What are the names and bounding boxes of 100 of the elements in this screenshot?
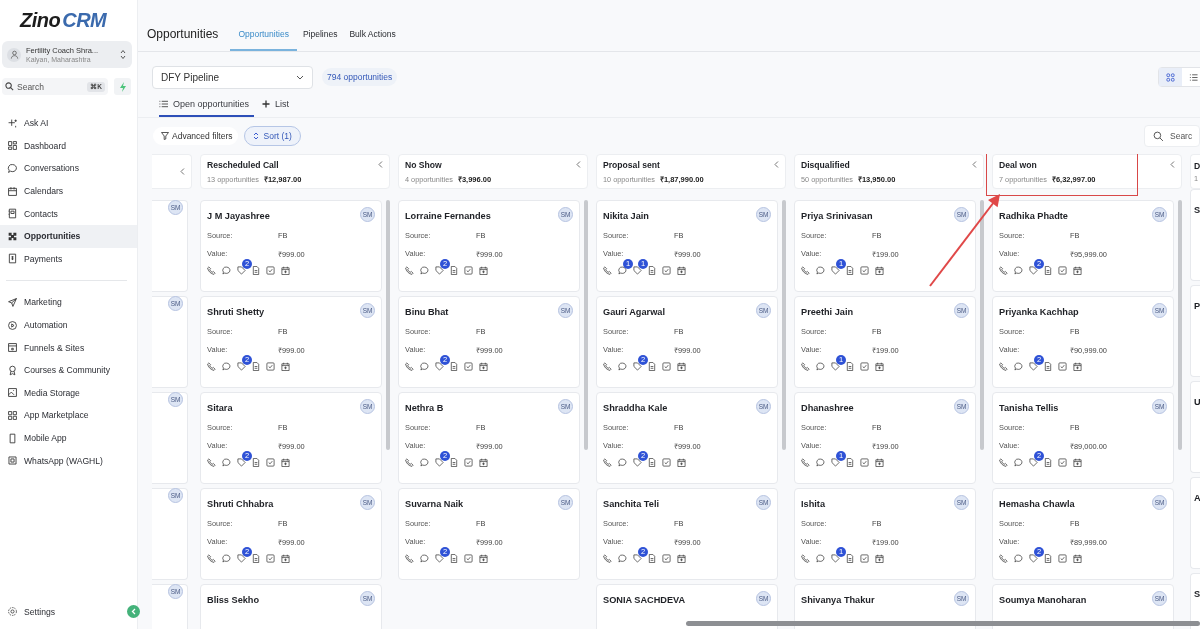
chat-bubble-icon[interactable]	[618, 554, 627, 563]
calendar-icon[interactable]	[677, 458, 686, 467]
nav-item[interactable]: Ask AI	[0, 112, 137, 135]
calendar-icon[interactable]	[479, 362, 488, 371]
document-icon[interactable]	[648, 458, 656, 467]
checkbox-icon[interactable]	[1058, 362, 1067, 371]
checkbox-icon[interactable]	[464, 458, 473, 467]
advanced-filters-button[interactable]: Advanced filters	[153, 127, 239, 145]
chat-bubble-icon[interactable]	[816, 266, 825, 275]
tag-icon[interactable]	[435, 554, 444, 563]
phone-icon[interactable]	[999, 458, 1008, 467]
calendar-icon[interactable]	[281, 458, 290, 467]
checkbox-icon[interactable]	[662, 266, 671, 275]
document-icon[interactable]	[450, 458, 458, 467]
header-tab[interactable]: Bulk Actions	[343, 29, 402, 51]
checkbox-icon[interactable]	[1058, 458, 1067, 467]
phone-icon[interactable]	[603, 458, 612, 467]
checkbox-icon[interactable]	[266, 458, 275, 467]
tag-icon[interactable]	[633, 266, 642, 275]
phone-icon[interactable]	[999, 266, 1008, 275]
calendar-icon[interactable]	[677, 266, 686, 275]
grid-view-button[interactable]	[1159, 68, 1182, 86]
chat-bubble-icon[interactable]	[222, 458, 231, 467]
nav-item[interactable]: Calendars	[0, 179, 137, 203]
phone-icon[interactable]	[405, 554, 414, 563]
checkbox-icon[interactable]	[266, 266, 275, 275]
phone-icon[interactable]	[603, 362, 612, 371]
checkbox-icon[interactable]	[1058, 554, 1067, 563]
calendar-icon[interactable]	[281, 554, 290, 563]
document-icon[interactable]	[648, 554, 656, 563]
settings-item[interactable]: Settings	[0, 600, 56, 623]
document-icon[interactable]	[1044, 554, 1052, 563]
scrollbar[interactable]	[386, 200, 390, 450]
nav-item[interactable]: Courses & Community	[0, 358, 137, 382]
tag-icon[interactable]	[633, 362, 642, 371]
calendar-icon[interactable]	[875, 458, 884, 467]
search-input[interactable]: Search	[17, 81, 77, 92]
chat-bubble-icon[interactable]	[1014, 362, 1023, 371]
phone-icon[interactable]	[207, 554, 216, 563]
document-icon[interactable]	[252, 458, 260, 467]
tag-icon[interactable]	[831, 362, 840, 371]
chat-bubble-icon[interactable]	[618, 458, 627, 467]
document-icon[interactable]	[846, 266, 854, 275]
calendar-icon[interactable]	[281, 362, 290, 371]
chat-bubble-icon[interactable]	[420, 362, 429, 371]
chat-bubble-icon[interactable]	[1014, 554, 1023, 563]
scrollbar[interactable]	[980, 200, 984, 450]
tag-icon[interactable]	[831, 554, 840, 563]
chat-bubble-icon[interactable]	[222, 554, 231, 563]
checkbox-icon[interactable]	[662, 458, 671, 467]
horizontal-scrollbar[interactable]	[686, 621, 1200, 626]
chat-bubble-icon[interactable]	[1014, 266, 1023, 275]
collapse-button[interactable]	[127, 605, 140, 619]
phone-icon[interactable]	[801, 362, 810, 371]
header-tab[interactable]: Pipelines	[296, 29, 344, 51]
chat-bubble-icon[interactable]	[618, 362, 627, 371]
checkbox-icon[interactable]	[464, 266, 473, 275]
pipeline-select[interactable]: DFY Pipeline	[152, 65, 313, 89]
tag-icon[interactable]	[831, 458, 840, 467]
checkbox-icon[interactable]	[464, 362, 473, 371]
checkbox-icon[interactable]	[266, 362, 275, 371]
calendar-icon[interactable]	[875, 266, 884, 275]
nav-item[interactable]: Automation	[0, 313, 137, 337]
document-icon[interactable]	[1044, 458, 1052, 467]
tag-icon[interactable]	[1029, 458, 1038, 467]
nav-item[interactable]: Funnels & Sites	[0, 336, 137, 359]
phone-icon[interactable]	[207, 362, 216, 371]
chat-bubble-icon[interactable]	[420, 458, 429, 467]
tag-icon[interactable]	[237, 554, 246, 563]
checkbox-icon[interactable]	[860, 266, 869, 275]
chat-bubble-icon[interactable]	[222, 362, 231, 371]
search-field[interactable]: Searc	[1144, 125, 1200, 147]
chat-bubble-icon[interactable]	[420, 554, 429, 563]
phone-icon[interactable]	[801, 458, 810, 467]
opportunity-card[interactable]: P	[1190, 285, 1200, 377]
checkbox-icon[interactable]	[662, 362, 671, 371]
document-icon[interactable]	[1044, 266, 1052, 275]
calendar-icon[interactable]	[479, 554, 488, 563]
nav-item[interactable]: Mobile App	[0, 426, 137, 450]
calendar-icon[interactable]	[677, 554, 686, 563]
tag-icon[interactable]	[831, 266, 840, 275]
chat-bubble-icon[interactable]	[222, 266, 231, 275]
phone-icon[interactable]	[999, 554, 1008, 563]
document-icon[interactable]	[846, 458, 854, 467]
calendar-icon[interactable]	[1073, 362, 1082, 371]
phone-icon[interactable]	[207, 458, 216, 467]
document-icon[interactable]	[1044, 362, 1052, 371]
tag-icon[interactable]	[633, 554, 642, 563]
calendar-icon[interactable]	[1073, 266, 1082, 275]
document-icon[interactable]	[846, 362, 854, 371]
nav-item[interactable]: Conversations	[0, 157, 137, 180]
phone-icon[interactable]	[603, 266, 612, 275]
phone-icon[interactable]	[801, 554, 810, 563]
tag-icon[interactable]	[1029, 266, 1038, 275]
nav-item[interactable]: App Marketplace	[0, 404, 137, 427]
document-icon[interactable]	[648, 362, 656, 371]
nav-item[interactable]: Payments	[0, 247, 137, 271]
sort-button[interactable]: Sort (1)	[244, 126, 301, 146]
document-icon[interactable]	[252, 554, 260, 563]
view-tab[interactable]: Open opportunities	[159, 99, 255, 117]
